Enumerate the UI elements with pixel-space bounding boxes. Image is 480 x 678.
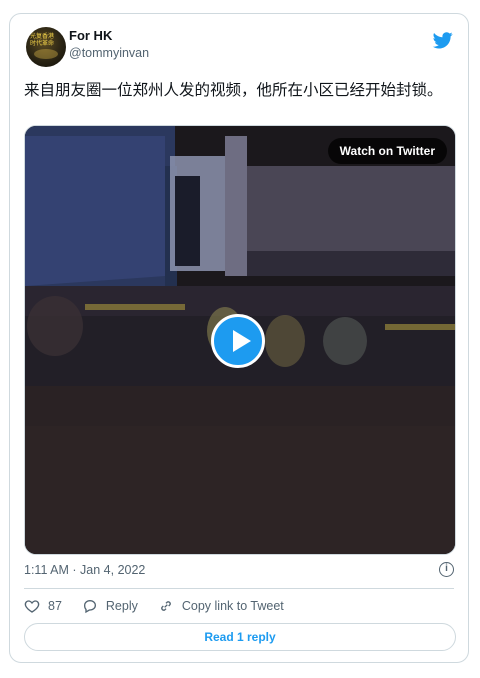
- read-replies-button[interactable]: Read 1 reply: [24, 623, 456, 651]
- like-button[interactable]: 87: [24, 598, 62, 614]
- link-icon: [161, 601, 171, 611]
- info-icon[interactable]: i: [439, 562, 454, 577]
- author-name[interactable]: For HK: [69, 28, 112, 43]
- tweet-text: 来自朋友圈一位郑州人发的视频，他所在小区已经开始封锁。: [24, 81, 443, 99]
- play-icon[interactable]: [211, 314, 265, 368]
- like-count: 87: [48, 599, 62, 613]
- reply-button[interactable]: Reply: [82, 598, 138, 614]
- author-handle[interactable]: @tommyinvan: [69, 46, 149, 60]
- copy-link-button[interactable]: Copy link to Tweet: [158, 598, 284, 614]
- tweet-card[interactable]: 光复香港 时代革命 For HK @tommyinvan 来自朋友圈一位郑州人发的…: [9, 13, 469, 663]
- tweet-timestamp[interactable]: 1:11 AM · Jan 4, 2022: [24, 563, 145, 577]
- action-bar: 87 Reply Copy link to Tweet: [24, 598, 304, 614]
- video-media[interactable]: Watch on Twitter: [24, 125, 456, 555]
- copy-link-label: Copy link to Tweet: [181, 599, 284, 613]
- heart-icon: [24, 600, 40, 613]
- avatar[interactable]: 光复香港 时代革命: [26, 27, 66, 67]
- watch-on-twitter-button[interactable]: Watch on Twitter: [327, 138, 447, 164]
- twitter-bird-icon[interactable]: [432, 30, 454, 50]
- divider: [24, 588, 454, 589]
- reply-icon: [83, 599, 96, 614]
- reply-label: Reply: [105, 599, 138, 613]
